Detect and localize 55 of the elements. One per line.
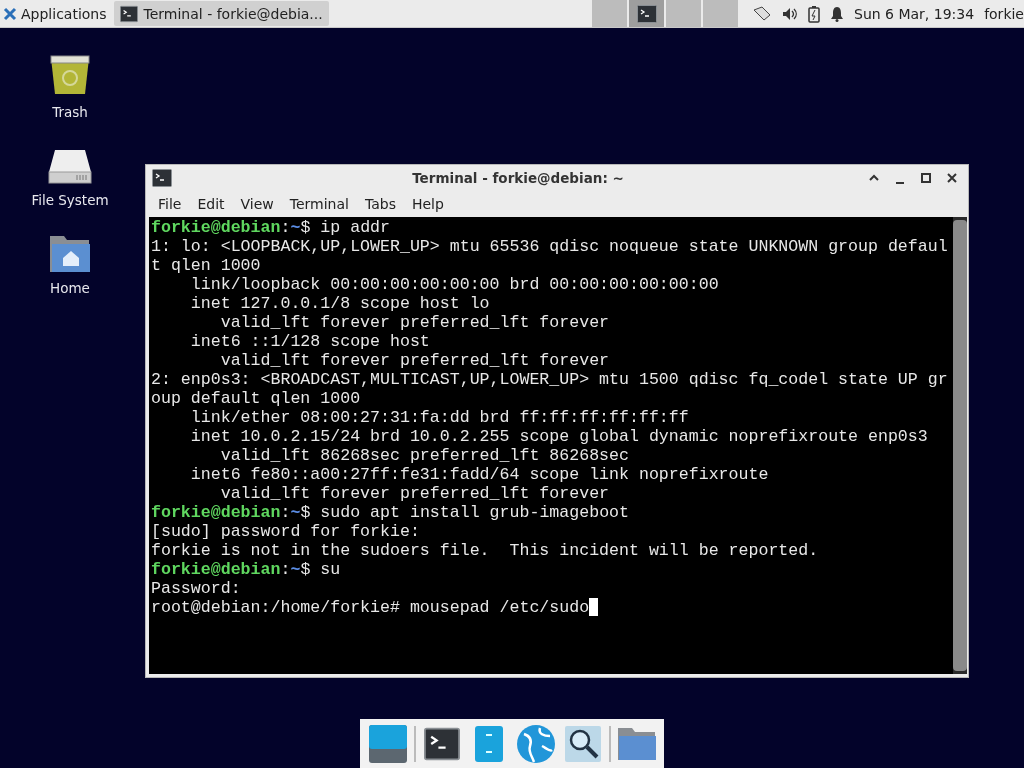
terminal-line: valid_lft forever preferred_lft forever bbox=[219, 351, 611, 370]
terminal-line: forkie@debian:~$ ip addr bbox=[151, 218, 392, 237]
clock[interactable]: Sun 6 Mar, 19:34 bbox=[854, 5, 975, 22]
terminal-line: [sudo] password for forkie: bbox=[151, 522, 421, 541]
terminal-line: link/loopback 00:00:00:00:00:00 brd 00:00:00:00:00:00 bbox=[189, 275, 720, 294]
network-icon[interactable] bbox=[752, 5, 772, 22]
minimize-icon bbox=[895, 182, 905, 184]
terminal-line: valid_lft forever preferred_lft forever bbox=[219, 484, 611, 503]
terminal-line: inet 10.0.2.15/24 brd 10.0.2.255 scope global dynamic noprefixroute enp0s3 bbox=[189, 427, 929, 446]
xfce-logo-icon bbox=[3, 6, 17, 21]
terminal-line: link/ether 08:00:27:31:fa:dd brd ff:ff:ff:ff:ff:ff bbox=[189, 408, 690, 427]
maximize-icon bbox=[920, 172, 932, 184]
desktop-icon-label[interactable]: File System bbox=[31, 192, 109, 208]
applications-menu[interactable]: Applications bbox=[0, 0, 110, 27]
desktop-icon bbox=[367, 724, 408, 764]
terminal-line: forkie is not in the sudoers file. This incident will be reported. bbox=[151, 541, 820, 560]
terminal-line: forkie@debian:~$ su bbox=[151, 560, 342, 579]
show-desktop-button[interactable] bbox=[366, 723, 409, 765]
menu-item[interactable]: Help bbox=[403, 196, 452, 212]
terminal-line: t qlen 1000 bbox=[151, 256, 262, 275]
desktop-icon-label[interactable]: Home bbox=[50, 280, 90, 296]
window-title: Terminal - forkie@debian: ~ bbox=[411, 170, 625, 186]
bell-icon[interactable] bbox=[830, 5, 844, 22]
taskbar-button[interactable]: Terminal - forkie@debia... bbox=[113, 1, 329, 26]
menu-item[interactable]: Terminal bbox=[281, 196, 357, 212]
battery-icon[interactable] bbox=[808, 4, 820, 23]
window-thumbnail-icon bbox=[636, 3, 657, 24]
cabinet-icon bbox=[473, 725, 504, 763]
terminal-line: root@debian:/home/forkie# mousepad /etc/sudo bbox=[151, 598, 951, 617]
terminal-line: valid_lft forever preferred_lft forever bbox=[219, 313, 611, 332]
terminal-line: inet6 fe80::a00:27ff:fe31:fadd/64 scope link noprefixroute bbox=[189, 465, 770, 484]
menu-item[interactable]: Tabs bbox=[356, 196, 404, 212]
terminal-line: oup default qlen 1000 bbox=[151, 389, 362, 408]
home-folder-icon bbox=[49, 234, 91, 274]
terminal-line: valid_lft 86268sec preferred_lft 86268sec bbox=[219, 446, 630, 465]
terminal-line: inet6 ::1/128 scope host bbox=[189, 332, 431, 351]
terminal-line: forkie@debian:~$ sudo apt install grub-imageboot bbox=[151, 503, 630, 522]
globe-icon bbox=[515, 724, 556, 764]
terminal-icon bbox=[119, 4, 138, 23]
magnifier-icon bbox=[563, 725, 602, 763]
close-icon bbox=[946, 172, 958, 184]
terminal-line: Password: bbox=[151, 579, 242, 598]
user-menu[interactable]: forkie bbox=[984, 5, 1024, 22]
scrollbar[interactable] bbox=[953, 217, 967, 674]
menu-item[interactable]: Edit bbox=[189, 196, 233, 212]
menu-item[interactable]: View bbox=[232, 196, 282, 212]
menu-item[interactable]: File bbox=[150, 196, 190, 212]
terminal-line: inet 127.0.0.1/8 scope host lo bbox=[189, 294, 491, 313]
window-icon bbox=[152, 168, 172, 188]
terminal-line: 2: enp0s3: <BROADCAST,MULTICAST,UP,LOWER_UP> mtu 1500 qdisc fq_codel state UP gr bbox=[151, 370, 949, 389]
terminal-line: 1: lo: <LOOPBACK,UP,LOWER_UP> mtu 65536 qdisc noqueue state UNKNOWN group defaul bbox=[151, 237, 949, 256]
desktop-icon-label[interactable]: Trash bbox=[52, 104, 88, 120]
workspace-button[interactable] bbox=[629, 0, 664, 27]
terminal-icon bbox=[423, 726, 460, 762]
folder-icon bbox=[616, 726, 657, 762]
